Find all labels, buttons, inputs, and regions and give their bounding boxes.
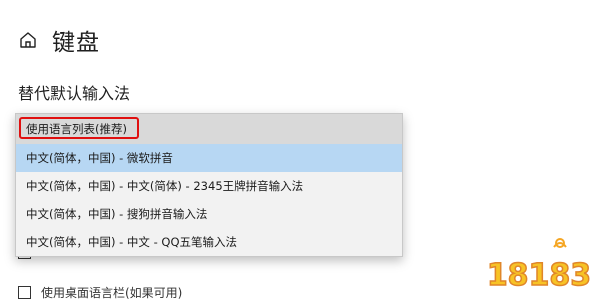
dropdown-option-qq-wubi[interactable]: 中文(简体，中国) - 中文 - QQ五笔输入法	[16, 228, 402, 256]
page-header: 键盘	[18, 24, 100, 56]
option-label: 中文(简体，中国) - 中文 - QQ五笔输入法	[26, 235, 237, 249]
dropdown-option-language-list[interactable]: 使用语言列表(推荐)	[16, 114, 402, 144]
watermark-logo: 18183	[486, 238, 592, 294]
dropdown-option-microsoft-pinyin[interactable]: 中文(简体，中国) - 微软拼音	[16, 144, 402, 172]
watermark-text: 18183	[487, 258, 591, 293]
input-method-dropdown[interactable]: 使用语言列表(推荐) 中文(简体，中国) - 微软拼音 中文(简体，中国) - …	[15, 113, 403, 257]
home-icon[interactable]	[18, 30, 38, 50]
checkbox[interactable]	[18, 286, 31, 299]
option-label: 中文(简体，中国) - 微软拼音	[26, 151, 173, 165]
option-label: 使用语言列表(推荐)	[26, 122, 127, 136]
option-label: 中文(简体，中国) - 搜狗拼音输入法	[26, 207, 208, 221]
language-bar-checkbox-row[interactable]: 使用桌面语言栏(如果可用)	[18, 284, 182, 301]
section-title: 替代默认输入法	[18, 84, 131, 103]
dropdown-option-2345-pinyin[interactable]: 中文(简体，中国) - 中文(简体) - 2345王牌拼音输入法	[16, 172, 402, 200]
dropdown-option-sogou-pinyin[interactable]: 中文(简体，中国) - 搜狗拼音输入法	[16, 200, 402, 228]
option-label: 中文(简体，中国) - 中文(简体) - 2345王牌拼音输入法	[26, 179, 304, 193]
checkbox-label: 使用桌面语言栏(如果可用)	[41, 286, 183, 300]
page-title: 键盘	[52, 30, 100, 56]
